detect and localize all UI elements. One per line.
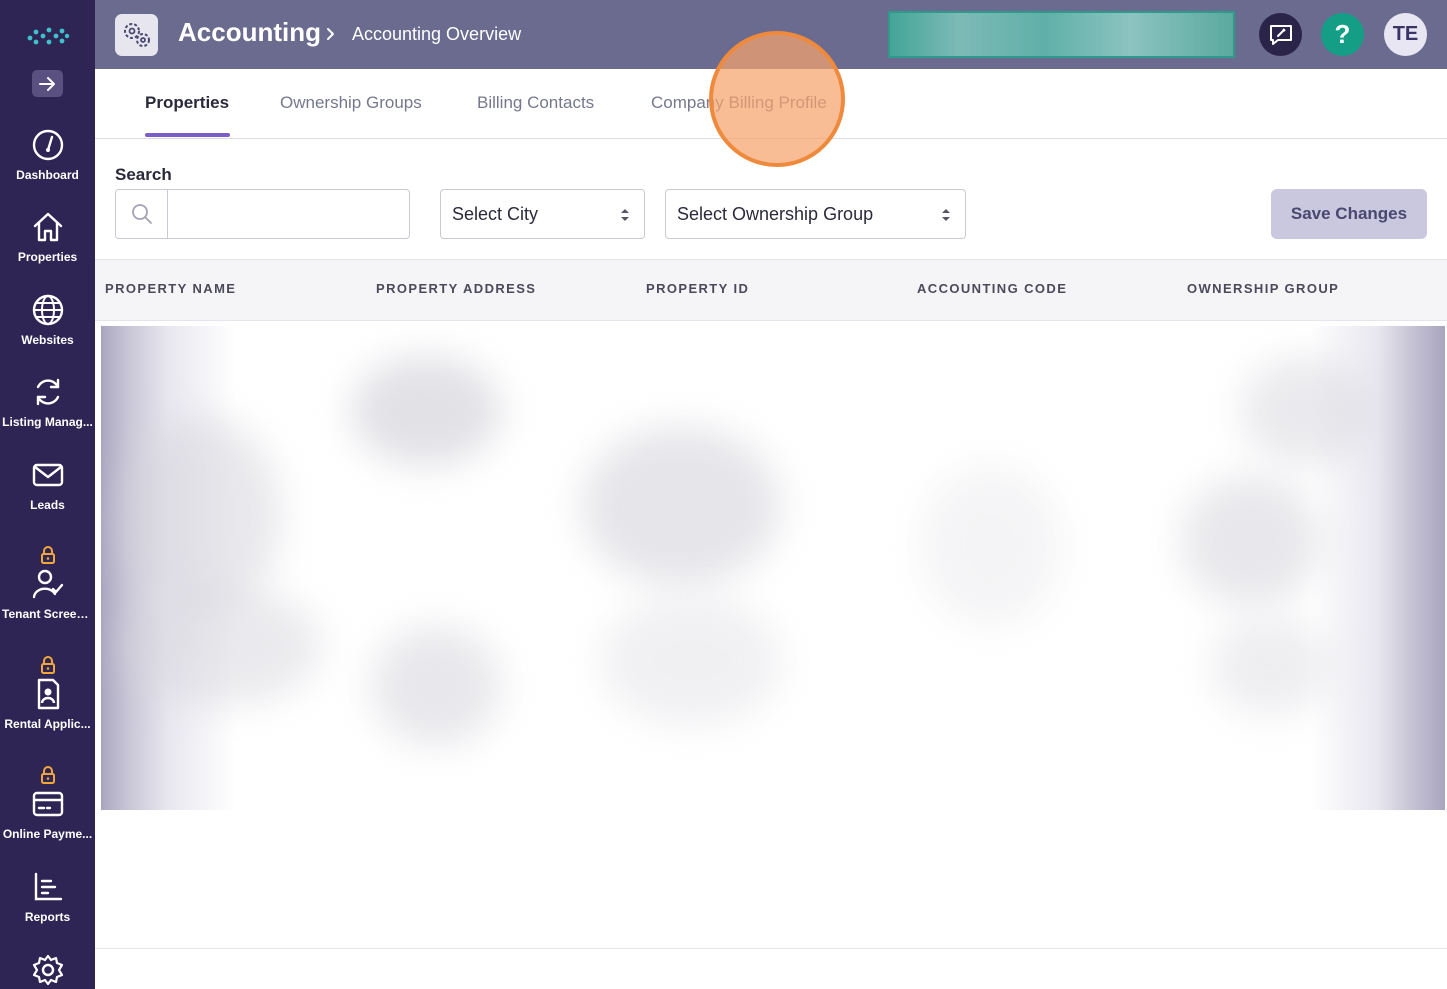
gears-icon — [123, 23, 150, 47]
column-header-property-id[interactable]: PROPERTY ID — [646, 281, 749, 296]
redaction-blob — [121, 586, 321, 706]
envelope-icon — [32, 463, 63, 487]
redaction-blob — [121, 416, 281, 616]
sidebar-item-dashboard[interactable]: Dashboard — [0, 128, 95, 182]
chevron-right-icon — [327, 28, 334, 40]
redaction-blob — [1241, 356, 1371, 466]
city-select-value: Select City — [452, 204, 539, 224]
search-icon — [131, 204, 152, 224]
sidebar-item-label: Tenant Screen... — [2, 607, 94, 621]
table-header: PROPERTY NAME PROPERTY ADDRESS PROPERTY … — [95, 259, 1447, 321]
redaction-blob — [921, 466, 1061, 626]
sidebar: Dashboard Properties Websites Listing Ma… — [0, 0, 95, 989]
gear-icon — [32, 954, 63, 986]
redaction-blob — [1211, 616, 1331, 716]
sidebar-item-websites[interactable]: Websites — [0, 293, 95, 347]
expand-sidebar-button[interactable] — [32, 70, 63, 97]
bar-chart-icon — [34, 872, 62, 901]
search-box — [115, 189, 410, 239]
column-header-accounting-code[interactable]: ACCOUNTING CODE — [917, 281, 1067, 296]
search-label: Search — [115, 165, 172, 184]
sidebar-item-label: Properties — [17, 250, 78, 264]
tab-company-billing-profile[interactable]: Company Billing Profile — [651, 93, 827, 113]
sidebar-item-label: Dashboard — [16, 168, 79, 182]
lock-icon — [40, 656, 55, 674]
home-icon — [33, 212, 62, 242]
sidebar-item-label: Online Payme... — [2, 827, 93, 841]
feedback-button[interactable] — [1259, 13, 1302, 56]
sidebar-item-leads[interactable]: Leads — [0, 458, 95, 512]
user-check-icon — [32, 569, 63, 599]
redacted-banner — [888, 11, 1235, 58]
column-header-ownership-group[interactable]: OWNERSHIP GROUP — [1187, 281, 1339, 296]
sidebar-item-label: Reports — [24, 910, 71, 924]
sort-arrows-icon — [942, 209, 950, 221]
globe-icon — [32, 294, 63, 326]
sidebar-item-online-payments[interactable]: Online Payme... — [0, 765, 95, 841]
column-header-property-name[interactable]: PROPERTY NAME — [105, 281, 236, 296]
sidebar-item-rental-applications[interactable]: Rental Applic... — [0, 655, 95, 731]
tab-ownership-groups[interactable]: Ownership Groups — [280, 93, 422, 113]
sidebar-item-tenant-screening[interactable]: Tenant Screen... — [0, 545, 95, 621]
ownership-group-select[interactable]: Select Ownership Group — [665, 189, 966, 239]
search-icon-container — [116, 190, 168, 238]
document-user-icon — [37, 678, 59, 710]
tab-bar: Properties Ownership Groups Billing Cont… — [95, 69, 1447, 139]
redaction-blob — [1181, 476, 1321, 606]
redaction-blob — [601, 596, 781, 726]
sidebar-item-properties[interactable]: Properties — [0, 210, 95, 264]
breadcrumb-current[interactable]: Accounting Overview — [352, 24, 521, 45]
dashboard-gauge-icon — [32, 129, 63, 161]
feedback-chat-icon — [1269, 24, 1292, 45]
sort-arrows-icon — [621, 209, 629, 221]
accounting-app-icon — [115, 14, 158, 56]
tab-billing-contacts[interactable]: Billing Contacts — [477, 93, 594, 113]
credit-card-icon — [32, 791, 63, 817]
lock-icon — [40, 766, 55, 784]
logo-icon[interactable] — [26, 24, 70, 48]
lock-icon — [40, 546, 55, 564]
arrow-right-icon — [38, 76, 55, 91]
sidebar-item-label: Listing Manag... — [2, 415, 93, 429]
sidebar-item-label: Leads — [30, 498, 65, 512]
sidebar-item-listing-management[interactable]: Listing Manag... — [0, 375, 95, 429]
sidebar-item-settings[interactable] — [0, 953, 95, 987]
table-body-redacted — [101, 326, 1445, 810]
sidebar-item-label: Websites — [21, 333, 74, 347]
city-select[interactable]: Select City — [440, 189, 645, 239]
top-header: Accounting Accounting Overview ? TE — [95, 0, 1447, 69]
sidebar-item-reports[interactable]: Reports — [0, 870, 95, 924]
ownership-group-select-value: Select Ownership Group — [677, 204, 874, 224]
active-tab-indicator — [145, 133, 230, 137]
help-button[interactable]: ? — [1321, 13, 1364, 56]
tab-properties[interactable]: Properties — [145, 93, 229, 113]
redaction-blob — [581, 426, 781, 586]
redaction-blob — [351, 356, 501, 466]
save-changes-button[interactable]: Save Changes — [1271, 189, 1427, 239]
redaction-blob — [371, 626, 501, 746]
sync-icon — [36, 378, 59, 406]
search-input[interactable] — [169, 190, 409, 238]
column-header-property-address[interactable]: PROPERTY ADDRESS — [376, 281, 536, 296]
page-title: Accounting — [178, 17, 321, 47]
sidebar-item-label: Rental Applic... — [4, 717, 91, 731]
user-avatar[interactable]: TE — [1384, 13, 1427, 56]
question-mark-icon: ? — [1334, 19, 1351, 49]
footer-divider — [95, 948, 1447, 949]
